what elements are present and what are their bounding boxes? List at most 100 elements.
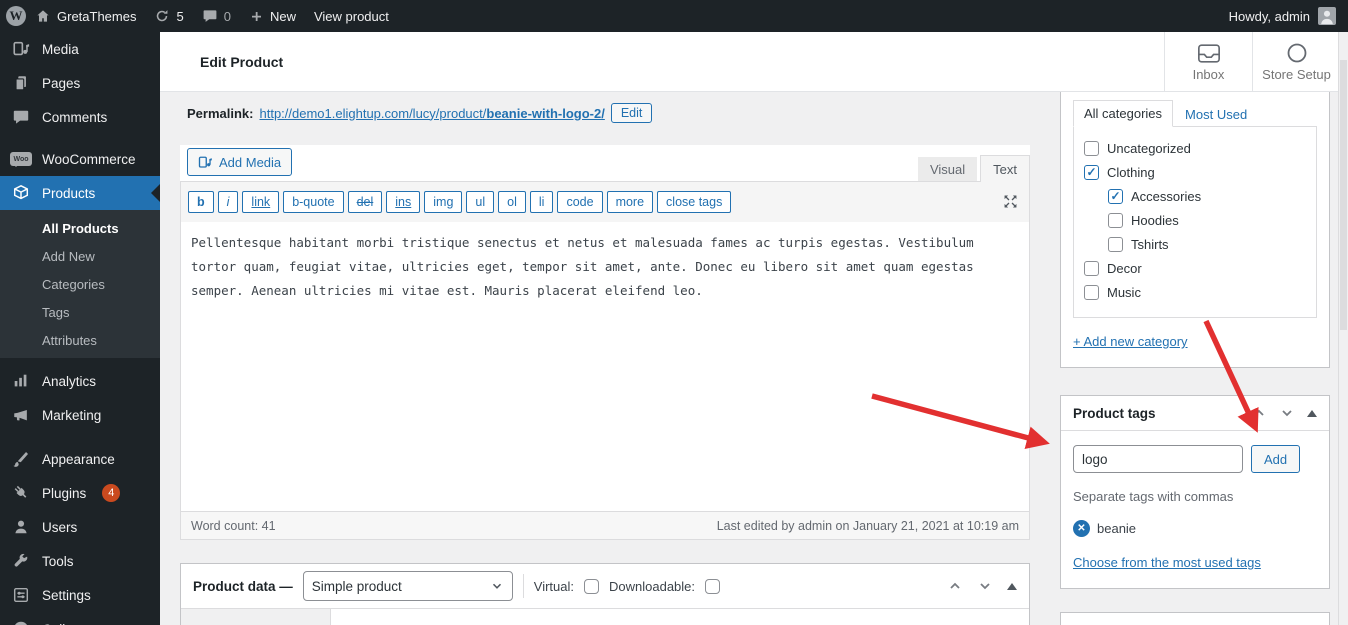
howdy-text[interactable]: Howdy, admin [1229,9,1310,24]
permalink-label: Permalink: [187,105,254,121]
toolbar-button-code[interactable]: code [557,191,603,213]
sidebar-item-comments[interactable]: Comments [0,100,160,134]
sidebar-item-appearance[interactable]: Appearance [0,442,160,476]
sidebar-subitem-categories[interactable]: Categories [0,270,160,298]
store-setup-icon [1287,43,1306,63]
tab-text[interactable]: Text [980,155,1030,182]
category-label: Clothing [1107,164,1155,180]
sidebar-item-collapse-menu[interactable]: Collapse menu [0,612,160,625]
next-panel-partial [1060,612,1330,625]
move-down-icon[interactable] [1279,405,1295,421]
toolbar-button-ins[interactable]: ins [386,191,421,213]
remove-tag-icon[interactable] [1073,520,1090,537]
sidebar-item-settings[interactable]: Settings [0,578,160,612]
view-product-link[interactable]: View product [305,0,398,32]
toolbar-button-close-tags[interactable]: close tags [657,191,732,213]
sidebar-item-media[interactable]: Media [0,32,160,66]
toolbar-button-bold[interactable]: b [188,191,214,213]
collapse-menu-icon [10,620,32,625]
updates-count: 5 [176,8,184,24]
most-used-tags-link[interactable]: Choose from the most used tags [1073,555,1261,570]
category-checkbox[interactable] [1084,164,1099,180]
category-checkbox[interactable] [1108,236,1123,252]
product-data-tabs-strip [181,609,331,625]
toolbar-button-img[interactable]: img [424,191,463,213]
tab-visual[interactable]: Visual [917,157,978,181]
sidebar-item-users[interactable]: Users [0,510,160,544]
category-checkbox[interactable] [1108,212,1123,228]
avatar[interactable] [1318,7,1336,25]
toggle-panel-icon[interactable] [1307,409,1317,417]
permalink-edit-button[interactable]: Edit [610,103,653,123]
virtual-checkbox[interactable] [584,578,599,594]
sidebar-subitem-add-new[interactable]: Add New [0,242,160,270]
wordpress-logo-icon[interactable] [6,6,26,26]
product-tags-panel: Product tags Add Separate tags with comm… [1060,395,1330,589]
category-checkbox[interactable] [1108,188,1123,204]
updates-button[interactable]: 5 [145,0,192,32]
sidebar-item-plugins[interactable]: Plugins 4 [0,476,160,510]
sidebar-item-marketing[interactable]: Marketing [0,398,160,432]
sidebar-item-pages[interactable]: Pages [0,66,160,100]
site-name-link[interactable]: GretaThemes [26,0,145,32]
add-tag-button[interactable]: Add [1251,445,1301,473]
page-title: Edit Product [200,54,284,70]
tab-most-used[interactable]: Most Used [1173,102,1259,127]
sidebar-subitem-all-products[interactable]: All Products [0,214,160,242]
toolbar-button-ul[interactable]: ul [466,191,495,213]
category-label: Music [1107,284,1141,300]
category-label: Accessories [1131,188,1202,204]
toggle-panel-icon[interactable] [1007,582,1017,590]
sidebar-subitem-attributes[interactable]: Attributes [0,326,160,354]
toolbar-button-li[interactable]: li [529,191,554,213]
sidebar-item-label: Comments [42,109,108,125]
category-checkbox[interactable] [1084,284,1099,300]
toolbar-button-ol[interactable]: ol [498,191,526,213]
new-label: New [269,8,296,24]
scrollbar[interactable] [1338,32,1348,625]
woocommerce-admin-header: Edit Product Inbox Store Setup [160,32,1348,92]
sidebar-item-tools[interactable]: Tools [0,544,160,578]
settings-icon [10,586,32,604]
sidebar-subitem-tags[interactable]: Tags [0,298,160,326]
pages-icon [10,74,32,92]
move-up-icon[interactable] [947,578,963,594]
word-count: Word count: 41 [191,518,276,533]
permalink-url-link[interactable]: http://demo1.elightup.com/lucy/product/b… [259,106,604,121]
new-button[interactable]: New [240,0,305,32]
divider [522,574,524,598]
scrollbar-thumb[interactable] [1340,60,1347,330]
toolbar-button-link[interactable]: link [242,191,280,213]
products-submenu: All Products Add New Categories Tags Att… [0,210,160,358]
category-label: Tshirts [1131,236,1169,252]
category-checkbox[interactable] [1084,140,1099,156]
editor-textarea[interactable]: Pellentesque habitant morbi tristique se… [181,222,1029,511]
store-setup-button[interactable]: Store Setup [1252,32,1340,92]
tab-all-categories[interactable]: All categories [1073,100,1174,127]
move-down-icon[interactable] [977,578,993,594]
tag-input[interactable] [1073,445,1243,473]
downloadable-checkbox[interactable] [705,578,721,594]
admin-sidebar: Media Pages Comments WooCommerce Product… [0,32,160,625]
site-name-label: GretaThemes [57,8,137,24]
sidebar-item-woocommerce[interactable]: WooCommerce [0,142,160,176]
product-data-panel: Product data — Simple product Virtual: D… [180,563,1030,625]
toolbar-button-more[interactable]: more [606,191,654,213]
sidebar-item-analytics[interactable]: Analytics [0,364,160,398]
inbox-button[interactable]: Inbox [1164,32,1252,92]
add-media-button[interactable]: Add Media [187,148,293,176]
add-new-category-link[interactable]: + Add new category [1073,334,1188,349]
product-type-select[interactable]: Simple product [302,571,513,601]
toolbar-button-bquote[interactable]: b-quote [283,191,344,213]
toolbar-button-del[interactable]: del [347,191,383,213]
sidebar-item-products[interactable]: Products [0,176,160,210]
comments-button[interactable]: 0 [193,0,240,32]
toolbar-button-italic[interactable]: i [217,191,239,213]
move-up-icon[interactable] [1251,405,1267,421]
category-item-accessories: Accessories [1108,184,1316,208]
fullscreen-button[interactable] [1002,193,1019,213]
home-icon [37,10,49,22]
category-item-music: Music [1084,280,1316,304]
wordpress-admin-page: { "admin_bar": { "site_name": "GretaThem… [0,0,1348,625]
category-checkbox[interactable] [1084,260,1099,276]
